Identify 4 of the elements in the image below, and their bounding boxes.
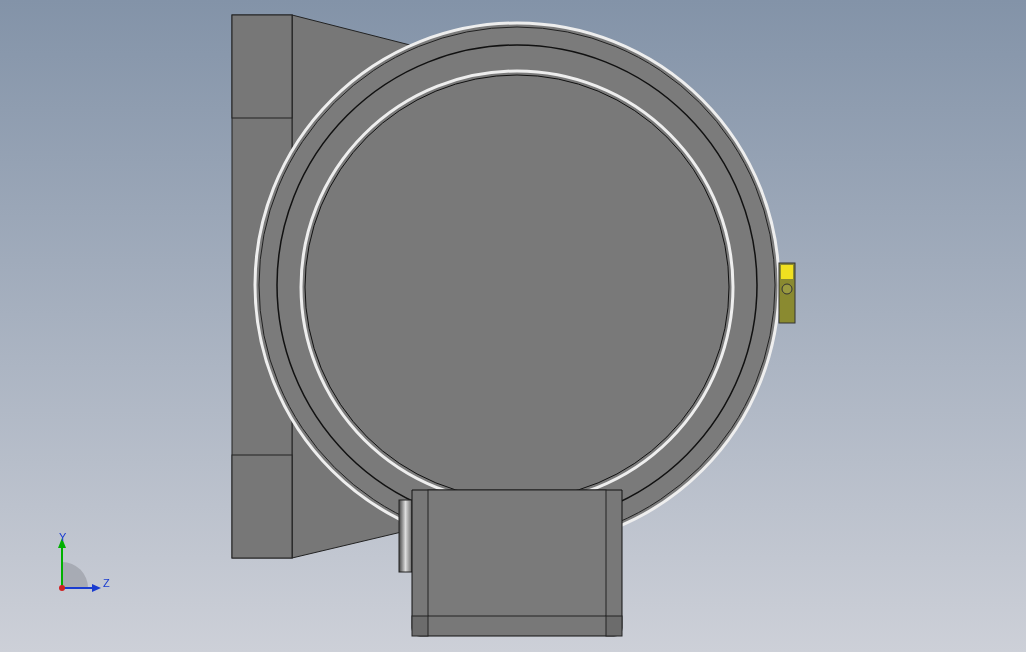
- triad-base-drawing: [62, 562, 88, 588]
- axis-label: Y: [59, 531, 67, 543]
- origin-dot-icon: [59, 585, 65, 591]
- axis-label: Z: [103, 577, 110, 589]
